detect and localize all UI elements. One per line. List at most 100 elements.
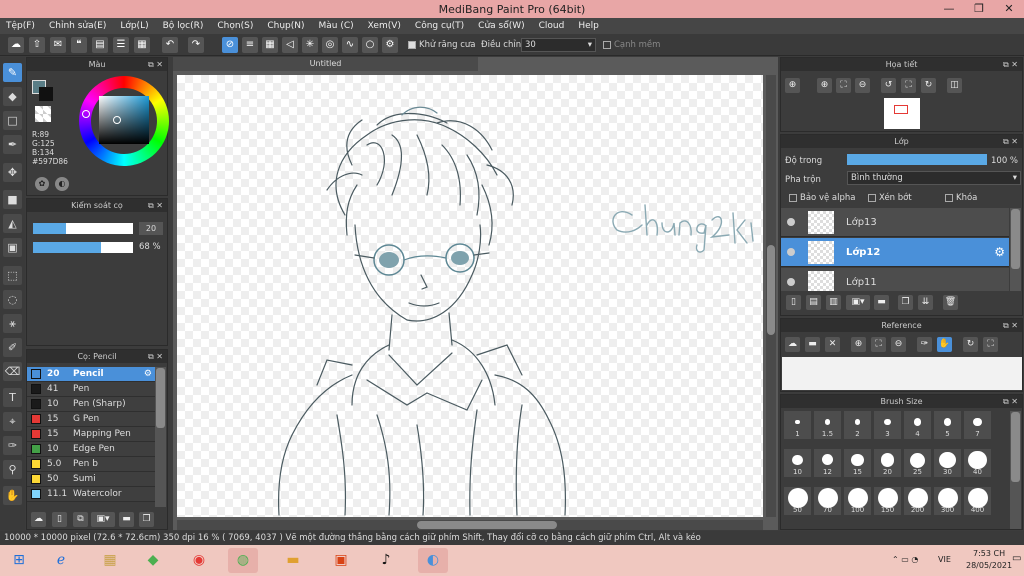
snap-off-icon[interactable]: ⊘	[222, 37, 238, 53]
folder-icon[interactable]: ▬	[874, 295, 889, 310]
scrollbar-thumb[interactable]	[1011, 209, 1020, 269]
panel-popout-icon[interactable]: ⧉ ✕	[148, 199, 163, 212]
brush-item-pen[interactable]: 41 Pen	[27, 382, 155, 397]
new-layer-icon[interactable]: ▯	[786, 295, 801, 310]
language-indicator[interactable]: VIE	[938, 555, 951, 564]
new-brush-icon[interactable]: ▯	[52, 512, 67, 527]
antialias-toggle[interactable]: Khử răng cưa	[408, 40, 476, 50]
tiktok-icon[interactable]: ♪	[371, 548, 401, 573]
gradient-tool-icon[interactable]: ▣	[3, 238, 22, 257]
speech-icon[interactable]: ❝	[71, 37, 87, 53]
add-brush-menu-icon[interactable]: ▣▾	[91, 512, 115, 527]
scrollbar-thumb[interactable]	[156, 368, 165, 428]
menu-tools[interactable]: Công cụ(T)	[415, 21, 464, 31]
grid-icon[interactable]: ▦	[134, 37, 150, 53]
adjust-select[interactable]: 30 ▾	[521, 38, 596, 52]
tray-icons[interactable]: ⌃ ▭ ◔	[892, 555, 918, 564]
brush-size-option[interactable]: 20	[874, 449, 901, 477]
windows-start-icon[interactable]: ⊞	[4, 548, 34, 573]
palette-icon[interactable]: ✿	[35, 177, 49, 191]
lasso-tool-icon[interactable]: ◌	[3, 290, 22, 309]
brush-list-scrollbar[interactable]	[155, 367, 166, 507]
rectangle-tool-icon[interactable]: □	[3, 111, 22, 130]
visibility-icon[interactable]	[787, 218, 795, 226]
rotate-icon[interactable]: ↻	[963, 337, 978, 352]
scrollbar-thumb[interactable]	[1011, 412, 1020, 482]
duplicate-layer-icon[interactable]: ❐	[898, 295, 913, 310]
visibility-icon[interactable]	[787, 278, 795, 286]
file-manager-icon[interactable]: ▦	[95, 548, 125, 573]
brush-item-pencil[interactable]: 20 Pencil ⚙	[27, 367, 155, 382]
brush-size-option[interactable]: 2	[844, 411, 871, 439]
brush-size-option[interactable]: 40	[964, 449, 991, 477]
color-picker-cursor[interactable]	[113, 116, 121, 124]
open-folder-icon[interactable]: ▬	[805, 337, 820, 352]
tab-untitled[interactable]: Untitled	[173, 57, 478, 71]
layer-item-selected[interactable]: Lớp12 ⚙	[781, 238, 1009, 267]
brush-size-option[interactable]: 200	[904, 487, 931, 515]
hand-tool-icon[interactable]: ✋	[3, 486, 22, 505]
brush-size-option[interactable]: 50	[784, 487, 811, 515]
select-eraser-icon[interactable]: ⌫	[3, 362, 22, 381]
rotate-left-icon[interactable]: ↺	[881, 78, 896, 93]
brush-size-value[interactable]: 20	[139, 222, 163, 235]
brush-item-mapping-pen[interactable]: 15 Mapping Pen	[27, 427, 155, 442]
add-layer-menu-icon[interactable]: ▣▾	[846, 295, 870, 310]
vanish-snap-icon[interactable]: ◁	[282, 37, 298, 53]
eyedropper-icon[interactable]: ✑	[917, 337, 932, 352]
layer-item[interactable]: Lớp11	[781, 268, 1009, 291]
antialias-checkbox[interactable]	[408, 40, 416, 49]
folder-icon[interactable]: ▬	[119, 512, 134, 527]
select-pen-icon[interactable]: ✐	[3, 338, 22, 357]
move-tool-icon[interactable]: ✥	[3, 163, 22, 182]
comment-icon[interactable]: ✉	[50, 37, 66, 53]
brush-size-slider[interactable]	[33, 223, 133, 234]
drawing-canvas[interactable]	[177, 75, 763, 517]
protect-alpha-checkbox[interactable]	[789, 193, 797, 202]
flip-icon[interactable]: ◫	[947, 78, 962, 93]
copy-brush-icon[interactable]: ⧉	[73, 512, 88, 527]
visibility-icon[interactable]	[787, 248, 795, 256]
brush-size-option[interactable]: 25	[904, 449, 931, 477]
brush-size-option[interactable]: 3	[874, 411, 901, 439]
brush-size-option[interactable]: 70	[814, 487, 841, 515]
brush-item-pen-b[interactable]: 5.0 Pen b	[27, 457, 155, 472]
zoom-out-icon[interactable]: ⊖	[891, 337, 906, 352]
brush-opacity-slider[interactable]	[33, 242, 133, 253]
color-mode-icon[interactable]: ◐	[55, 177, 69, 191]
protect-alpha-toggle[interactable]: Bảo vệ alpha	[789, 193, 855, 203]
internet-explorer-icon[interactable]: ℯ	[46, 548, 76, 573]
list-icon[interactable]: ☰	[113, 37, 129, 53]
panel-popout-icon[interactable]: ⧉ ✕	[1003, 58, 1018, 71]
panel-popout-icon[interactable]: ⧉ ✕	[1003, 319, 1018, 332]
close-button[interactable]: ✕	[994, 0, 1024, 18]
zoom-in-icon[interactable]: ⊕	[851, 337, 866, 352]
notification-icon[interactable]: ▭	[1012, 553, 1021, 564]
brush-size-option[interactable]: 1.5	[814, 411, 841, 439]
coccoc-icon[interactable]: ◍	[228, 548, 258, 573]
brush-item-edge-pen[interactable]: 10 Edge Pen	[27, 442, 155, 457]
maximize-button[interactable]: ❐	[964, 0, 994, 18]
brush-size-option[interactable]: 100	[844, 487, 871, 515]
brush-tool-icon[interactable]: ✎	[3, 63, 22, 82]
eraser-tool-icon[interactable]: ◆	[3, 87, 22, 106]
minimize-button[interactable]: —	[934, 0, 964, 18]
rotate-right-icon[interactable]: ↻	[921, 78, 936, 93]
new-8bit-layer-icon[interactable]: ▥	[826, 295, 841, 310]
reference-area[interactable]	[782, 357, 1022, 390]
secondary-color-swatch[interactable]	[39, 87, 53, 101]
magic-wand-icon[interactable]: ⚹	[3, 314, 22, 333]
share-icon[interactable]: ⇧	[29, 37, 45, 53]
canvas-vertical-scrollbar[interactable]	[766, 75, 776, 517]
menu-file[interactable]: Tệp(F)	[6, 21, 35, 31]
panel-popout-icon[interactable]: ⧉ ✕	[1003, 395, 1018, 408]
brush-size-option[interactable]: 7	[964, 411, 991, 439]
dropper-tool-icon[interactable]: ⚲	[3, 460, 22, 479]
brush-size-scrollbar[interactable]	[1010, 411, 1021, 529]
menu-view[interactable]: Xem(V)	[368, 21, 401, 31]
panel-popout-icon[interactable]: ⧉ ✕	[148, 58, 163, 71]
brush-size-option[interactable]: 5	[934, 411, 961, 439]
select-rect-icon[interactable]: ⬚	[3, 266, 22, 285]
clock[interactable]: 7:53 CH 28/05/2021	[966, 548, 1012, 572]
fit-icon[interactable]: ⛶	[983, 337, 998, 352]
